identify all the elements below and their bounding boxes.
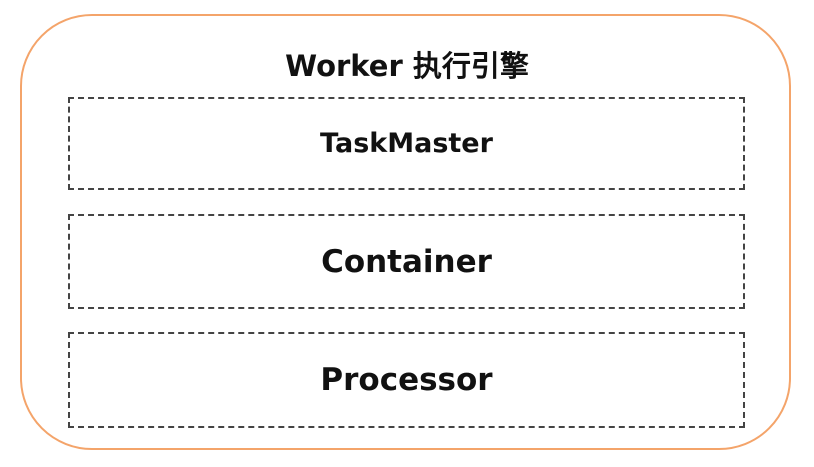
container-label: Container — [321, 243, 492, 280]
taskmaster-layer: TaskMaster — [68, 97, 745, 190]
diagram-title: Worker 执行引擎 — [285, 49, 529, 83]
taskmaster-label: TaskMaster — [320, 128, 493, 159]
container-layer: Container — [68, 214, 745, 309]
processor-layer: Processor — [68, 332, 745, 428]
diagram-canvas: Worker 执行引擎 TaskMaster Container Process… — [0, 0, 814, 467]
processor-label: Processor — [320, 362, 493, 398]
